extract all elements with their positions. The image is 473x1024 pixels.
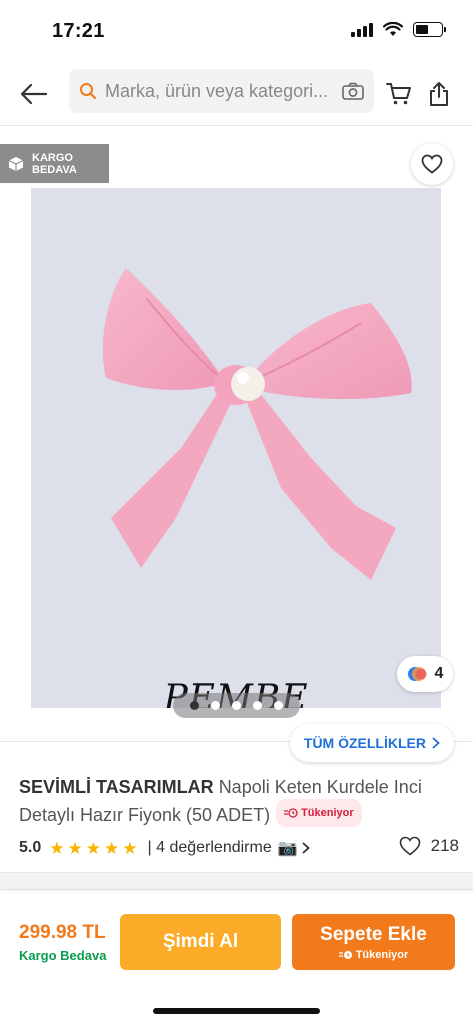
rating-stars: ★ ★ ★ ★ ★ — [49, 840, 137, 857]
free-shipping-badge: KARGO BEDAVA — [0, 144, 109, 183]
pagination-dot[interactable] — [274, 701, 283, 710]
chevron-right-icon — [302, 842, 310, 854]
pagination-dot[interactable] — [211, 701, 220, 710]
heart-icon — [399, 836, 420, 856]
rating-row[interactable]: 5.0 ★ ★ ★ ★ ★ | 4 değerlendirme 📷 218 — [19, 836, 459, 860]
heart-icon — [421, 154, 443, 174]
pagination-dot[interactable] — [190, 701, 199, 710]
add-to-cart-button[interactable]: Sepete Ekle Tükeniyor — [292, 914, 455, 970]
section-separator — [0, 872, 473, 890]
color-variants-icon — [407, 667, 427, 681]
header: Marka, ürün veya kategori... — [0, 62, 473, 126]
cart-button[interactable] — [379, 74, 419, 114]
low-stock-icon — [338, 950, 352, 959]
product-image[interactable]: PEMBE — [31, 188, 441, 708]
cart-icon — [386, 83, 411, 105]
bottom-action-bar: 299.98 TL Kargo Bedava Şimdi Al Sepete E… — [0, 892, 473, 1024]
product-title: SEVİMLİ TASARIMLAR Napoli Keten Kurdele … — [19, 775, 459, 827]
star-icon: ★ — [67, 838, 83, 858]
review-count[interactable]: | 4 değerlendirme — [148, 839, 272, 857]
stock-badge: Tükeniyor — [276, 799, 362, 827]
battery-icon — [413, 22, 446, 37]
cargo-badge-line2: BEDAVA — [32, 163, 77, 176]
search-placeholder: Marka, ürün veya kategori... — [105, 80, 329, 101]
free-shipping-label: Kargo Bedava — [19, 948, 107, 963]
battery-level — [416, 25, 428, 34]
search-icon — [80, 83, 97, 100]
pagination-dot[interactable] — [232, 701, 241, 710]
camera-icon: 📷 — [277, 840, 298, 857]
price: 299.98 TL — [19, 922, 106, 943]
cellular-signal-icon — [351, 22, 373, 37]
star-icon: ★ — [85, 838, 101, 858]
brand-name[interactable]: SEVİMLİ TASARIMLAR — [19, 777, 214, 797]
pink-bow-image — [102, 268, 412, 580]
star-icon: ★ — [122, 838, 138, 858]
status-time: 17:21 — [52, 20, 105, 42]
share-icon — [430, 82, 448, 106]
buy-now-button[interactable]: Şimdi Al — [120, 914, 281, 970]
home-indicator — [153, 1008, 320, 1014]
all-features-button[interactable]: TÜM ÖZELLİKLER — [289, 724, 454, 762]
low-stock-icon — [284, 808, 298, 818]
all-features-label: TÜM ÖZELLİKLER — [303, 735, 426, 751]
image-pagination[interactable] — [173, 693, 300, 718]
favorite-count-group[interactable]: 218 — [399, 836, 459, 856]
stock-label: Tükeniyor — [301, 807, 354, 819]
rating-score: 5.0 — [19, 839, 42, 856]
add-to-cart-label: Sepete Ekle — [320, 923, 427, 945]
variant-count: 4 — [434, 665, 444, 682]
search-input[interactable]: Marka, ürün veya kategori... — [69, 69, 374, 113]
back-button[interactable] — [14, 74, 54, 114]
favorite-button[interactable] — [411, 143, 453, 185]
star-icon: ★ — [49, 838, 65, 858]
status-icons — [351, 22, 446, 37]
share-button[interactable] — [419, 74, 459, 114]
status-bar: 17:21 — [0, 0, 473, 62]
add-to-cart-sub: Tükeniyor — [338, 948, 409, 961]
variant-count-button[interactable]: 4 — [397, 656, 453, 692]
product-gallery[interactable]: PEMBE KARGO BEDAVA 4 — [0, 127, 473, 739]
pagination-dot[interactable] — [253, 701, 262, 710]
camera-icon[interactable] — [342, 82, 364, 100]
favorite-count: 218 — [430, 836, 459, 855]
star-icon: ★ — [104, 838, 120, 858]
chevron-right-icon — [432, 737, 440, 749]
wifi-icon — [383, 22, 403, 36]
add-to-cart-sub-label: Tükeniyor — [355, 948, 409, 961]
cargo-badge-line1: KARGO — [32, 151, 73, 164]
box-icon — [8, 156, 24, 171]
back-arrow-icon — [20, 83, 48, 105]
